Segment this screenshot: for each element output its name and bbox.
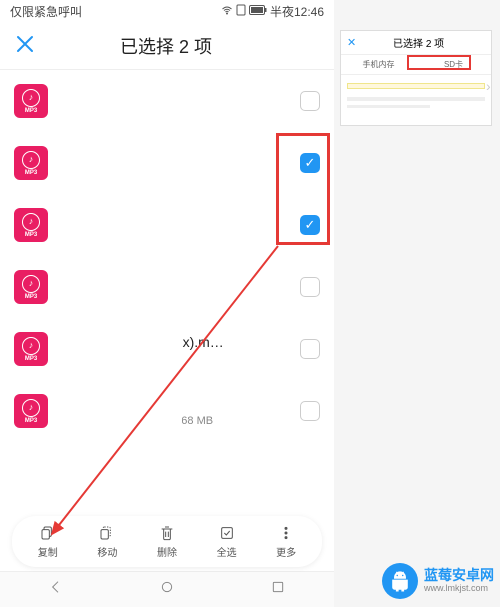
watermark-title: 蓝莓安卓网 <box>424 568 494 583</box>
mp3-file-icon: ♪ MP3 <box>14 208 48 242</box>
selection-header: 已选择 2 项 <box>0 22 334 70</box>
mp3-file-icon: ♪ MP3 <box>14 84 48 118</box>
back-nav-button[interactable] <box>48 579 64 600</box>
status-bar: 仅限紧急呼叫 半夜12:46 <box>0 0 334 22</box>
trash-icon <box>158 524 176 542</box>
status-left-text: 仅限紧急呼叫 <box>10 3 82 20</box>
page-title: 已选择 2 项 <box>74 33 258 59</box>
bottom-action-bar: 复制 移动 删除 全选 更多 <box>12 516 322 567</box>
mp3-file-icon: ♪ MP3 <box>14 332 48 366</box>
overlay-mask <box>62 70 182 450</box>
checkbox[interactable] <box>300 91 320 111</box>
android-icon <box>382 563 418 599</box>
mp3-file-icon: ♪ MP3 <box>14 146 48 180</box>
recent-nav-button[interactable] <box>270 579 286 600</box>
wifi-icon <box>221 4 233 19</box>
tutorial-thumbnail-panel: ✕ 已选择 2 项 手机内存 SD卡 <box>340 30 492 126</box>
more-button[interactable]: 更多 <box>276 524 296 559</box>
sim-icon <box>236 4 246 19</box>
more-icon <box>277 524 295 542</box>
thumb-tab-internal: 手机内存 <box>341 55 416 74</box>
home-nav-button[interactable] <box>159 579 175 600</box>
select-all-icon <box>218 524 236 542</box>
checkbox[interactable] <box>300 339 320 359</box>
annotation-highlight-checkboxes <box>276 133 330 245</box>
annotation-highlight-sdcard <box>407 55 471 70</box>
close-icon[interactable] <box>16 33 34 59</box>
android-nav-bar <box>0 571 334 607</box>
mp3-file-icon: ♪ MP3 <box>14 394 48 428</box>
select-all-button[interactable]: 全选 <box>217 524 237 559</box>
mp3-file-icon: ♪ MP3 <box>14 270 48 304</box>
thumb-title: 已选择 2 项 <box>376 35 461 50</box>
watermark-url: www.lmkjst.com <box>424 584 494 594</box>
watermark-logo: 蓝莓安卓网 www.lmkjst.com <box>382 563 494 599</box>
chevron-right-icon: › <box>486 78 491 94</box>
move-icon <box>98 524 116 542</box>
copy-icon <box>39 524 57 542</box>
thumb-close-icon: ✕ <box>347 36 356 49</box>
status-time: 半夜12:46 <box>270 3 324 20</box>
battery-icon <box>249 4 267 18</box>
checkbox[interactable] <box>300 401 320 421</box>
move-button[interactable]: 移动 <box>97 524 117 559</box>
delete-button[interactable]: 删除 <box>157 524 177 559</box>
copy-button[interactable]: 复制 <box>38 524 58 559</box>
checkbox[interactable] <box>300 277 320 297</box>
